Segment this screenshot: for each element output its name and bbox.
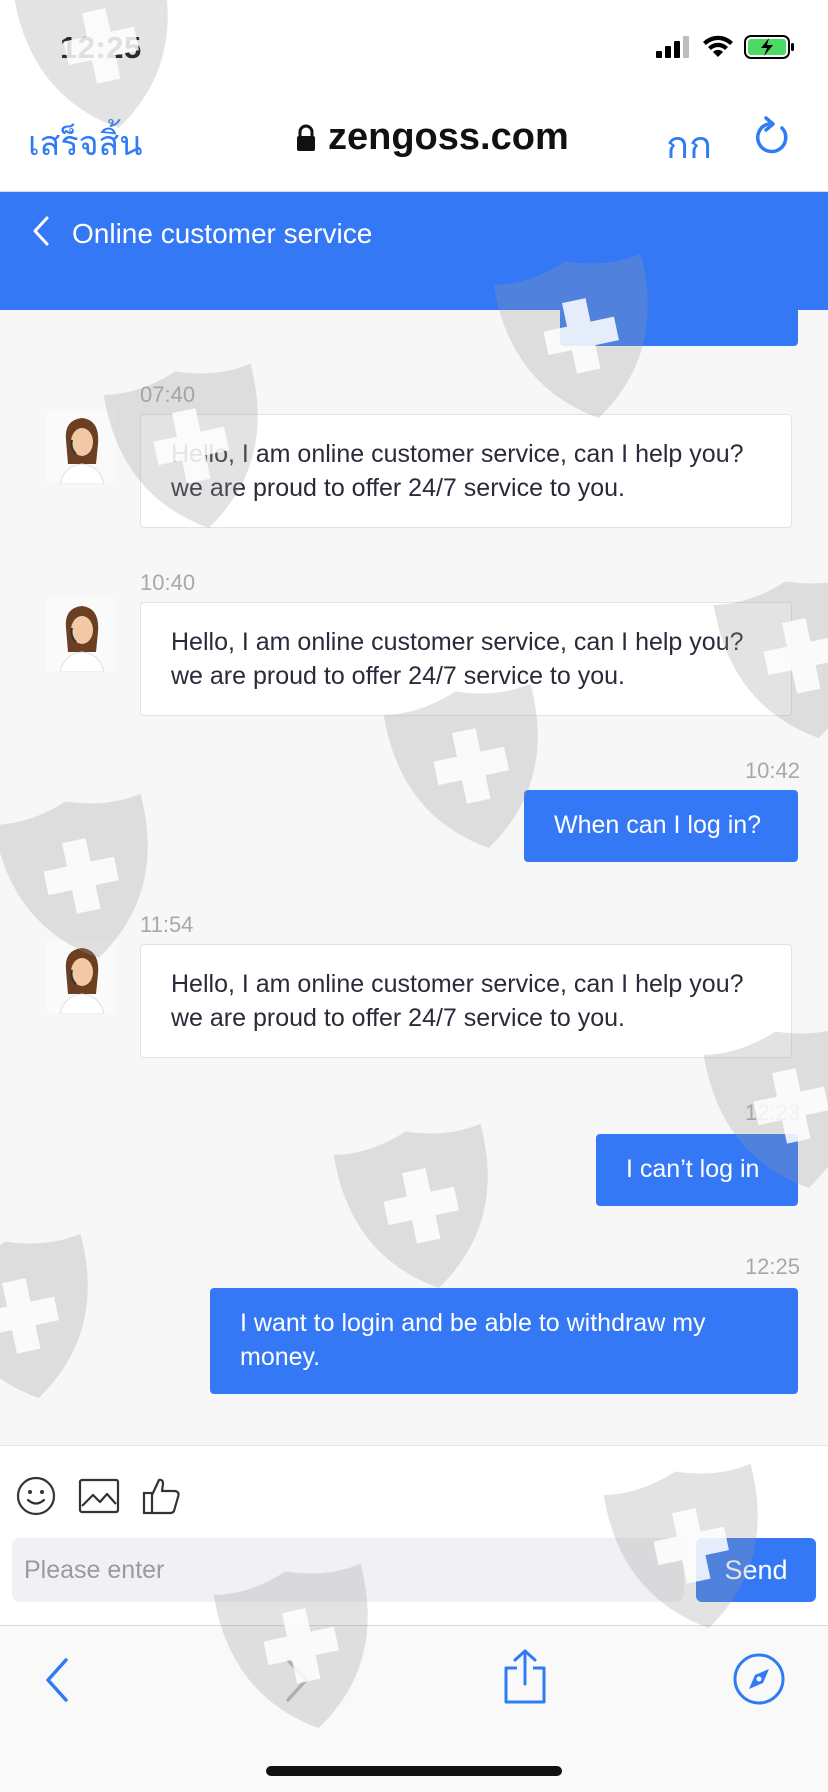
url-text: zengoss.com (328, 116, 569, 158)
thumbs-up-icon[interactable] (142, 1476, 182, 1516)
address-bar[interactable]: zengoss.com (296, 116, 569, 159)
message-bubble-out-partial (560, 310, 798, 346)
chat-message-list[interactable]: 07:40 Hello, I am online customer servic… (0, 310, 828, 1445)
reload-icon[interactable] (752, 114, 792, 158)
battery-icon (744, 35, 794, 59)
signal-icon (656, 36, 689, 58)
message-bubble-in: Hello, I am online customer service, can… (140, 944, 792, 1058)
message-time: 12:25 (744, 1254, 800, 1279)
message-time: 12:23 (744, 1100, 800, 1125)
message-bubble-out: I can’t log in (596, 1134, 798, 1206)
message-time: 10:40 (140, 570, 196, 595)
message-bubble-out: When can I log in? (524, 790, 798, 862)
agent-avatar (46, 940, 116, 1014)
agent-avatar (46, 410, 116, 484)
status-icons (656, 34, 796, 60)
back-chevron-icon[interactable] (30, 214, 52, 248)
home-indicator (266, 1766, 562, 1776)
browser-bar: เสร็จสิ้น zengoss.com กก (0, 90, 828, 192)
compass-icon[interactable] (732, 1652, 786, 1706)
smiley-face-icon[interactable] (16, 1476, 56, 1516)
message-time: 07:40 (140, 382, 196, 407)
status-bar: 12:25 (0, 0, 828, 90)
message-bubble-in: Hello, I am online customer service, can… (140, 414, 792, 528)
chevron-right-icon[interactable] (280, 1654, 312, 1706)
done-button[interactable]: เสร็จสิ้น (28, 116, 143, 170)
lock-icon (297, 124, 315, 151)
message-bubble-out: I want to login and be able to withdraw … (210, 1288, 798, 1394)
agent-avatar (46, 598, 116, 672)
chat-header: Online customer service (0, 192, 828, 310)
composer: Send (0, 1445, 828, 1625)
image-icon[interactable] (78, 1478, 120, 1514)
message-input[interactable] (12, 1538, 684, 1602)
composer-tools (16, 1476, 182, 1516)
status-time: 12:25 (60, 30, 142, 65)
send-button[interactable]: Send (696, 1538, 816, 1602)
message-bubble-in: Hello, I am online customer service, can… (140, 602, 792, 716)
chevron-left-icon[interactable] (42, 1654, 74, 1706)
message-time: 11:54 (140, 912, 194, 937)
wifi-icon (703, 35, 733, 57)
share-icon[interactable] (502, 1648, 548, 1706)
text-size-button[interactable]: กก (666, 114, 712, 175)
message-time: 10:42 (744, 758, 800, 783)
browser-toolbar (0, 1625, 828, 1792)
page-title: Online customer service (72, 218, 373, 249)
